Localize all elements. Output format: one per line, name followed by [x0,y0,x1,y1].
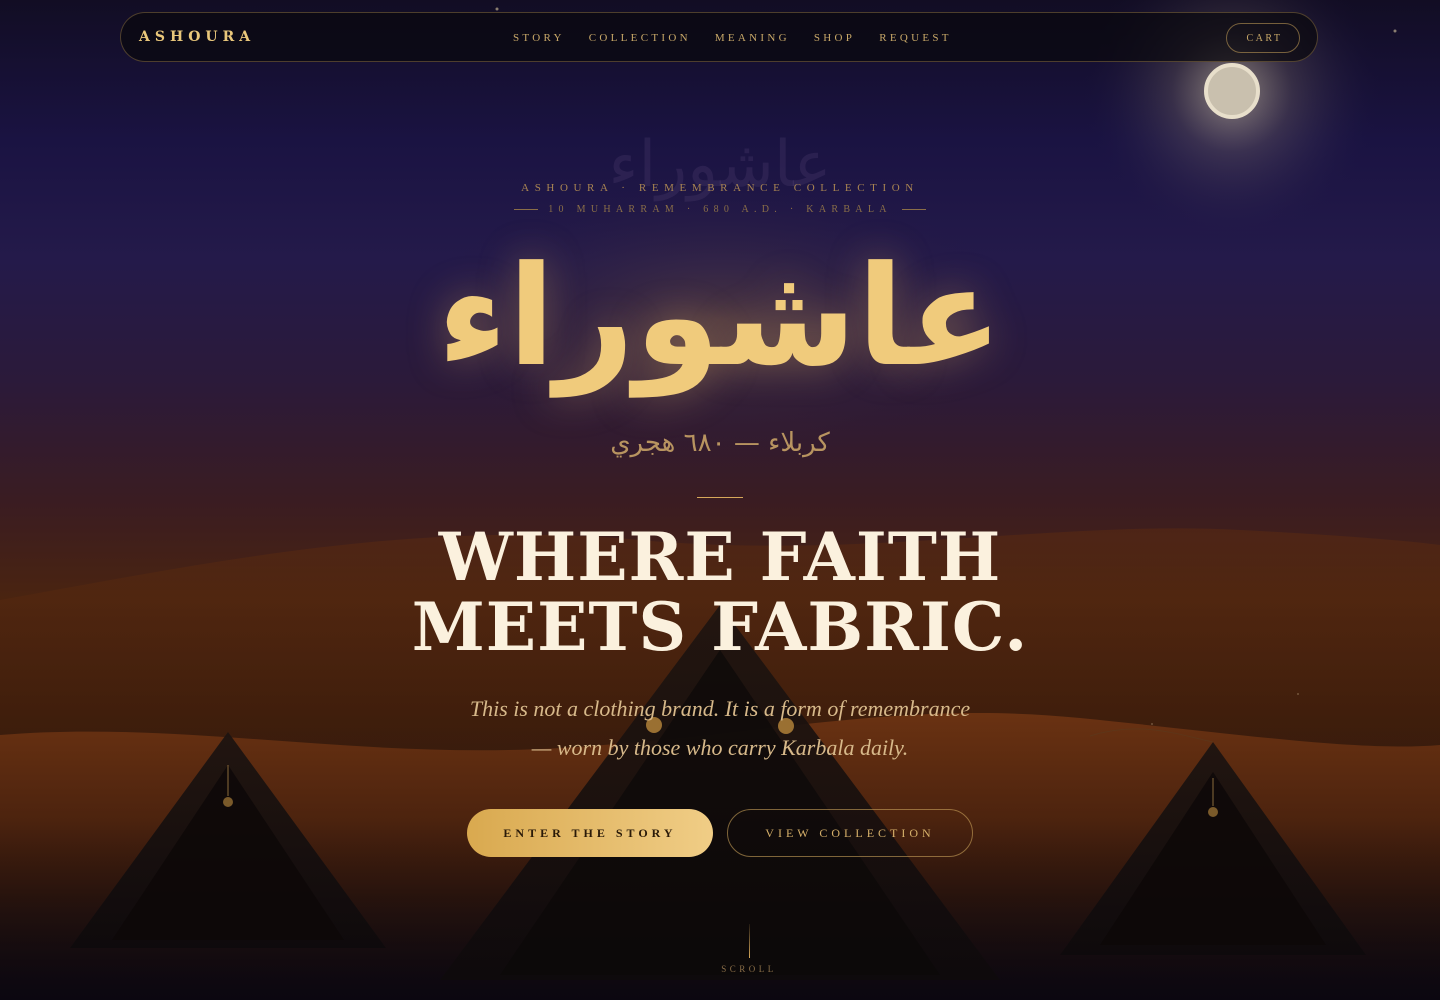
arabic-subtitle: كربلاء — ٦٨٠ هجري [610,428,830,458]
hero-eyebrow: ASHOURA · REMEMBRANCE COLLECTION [521,182,919,194]
hero-headline: WHERE FAITH MEETS FABRIC. [0,522,1440,662]
tagline-line-2: — worn by those who carry Karbala daily. [531,735,909,760]
nav-link-story[interactable]: STORY [513,32,565,44]
scroll-label[interactable]: SCROLL [0,964,1440,974]
gold-divider [697,497,743,498]
top-nav: ASHOURA STORY COLLECTION MEANING SHOP RE… [120,12,1318,62]
tagline-line-1: This is not a clothing brand. It is a fo… [469,696,971,721]
nav-link-meaning[interactable]: MEANING [715,32,790,44]
hero-date-line: 10 MUHARRAM · 680 A.D. · KARBALA [548,204,892,215]
moon-icon [1204,63,1260,119]
cart-button[interactable]: CART [1226,23,1300,53]
brand-logo[interactable]: ASHOURA [139,29,255,45]
hero-tagline: This is not a clothing brand. It is a fo… [0,689,1440,767]
enter-story-button[interactable]: ENTER THE STORY [467,809,713,857]
nav-links: STORY COLLECTION MEANING SHOP REQUEST [513,32,976,44]
headline-line-1: WHERE FAITH [438,518,1002,596]
view-collection-button[interactable]: VIEW COLLECTION [727,809,973,857]
arabic-title: عاشوراء [437,236,1003,397]
scroll-indicator-line [749,924,750,958]
nav-link-shop[interactable]: SHOP [814,32,855,44]
eyebrow-rule-left [514,209,539,210]
headline-line-2: MEETS FABRIC. [411,588,1029,666]
hero-scene: ASHOURA STORY COLLECTION MEANING SHOP RE… [0,0,1440,1000]
nav-link-collection[interactable]: COLLECTION [589,32,691,44]
eyebrow-rule-right [901,209,926,210]
nav-link-request[interactable]: REQUEST [879,32,952,44]
hero-eyebrow-sub: 10 MUHARRAM · 680 A.D. · KARBALA [0,204,1440,215]
